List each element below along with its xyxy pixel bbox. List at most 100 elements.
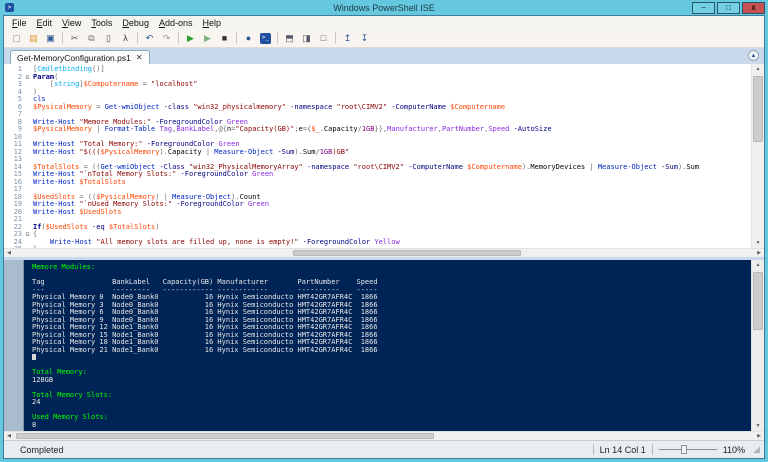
editor-vscroll-thumb[interactable] bbox=[753, 76, 763, 142]
status-bar: Completed Ln 14 Col 1 110% ◢ bbox=[4, 440, 764, 458]
toolbar-separator bbox=[62, 32, 63, 44]
menu-file[interactable]: File bbox=[7, 18, 32, 28]
menu-help[interactable]: Help bbox=[198, 18, 227, 28]
toolbar-separator bbox=[277, 32, 278, 44]
console-line bbox=[32, 362, 751, 370]
menu-addons[interactable]: Add-ons bbox=[154, 18, 198, 28]
console-line: 24 bbox=[32, 399, 751, 407]
scroll-right-icon[interactable]: ▶ bbox=[754, 249, 764, 257]
fold-gutter bbox=[22, 104, 33, 112]
console-left-margin bbox=[4, 260, 24, 431]
code-line[interactable]: 24 Write-Host "All memory slots are fill… bbox=[4, 239, 751, 247]
scroll-down-icon[interactable]: ▼ bbox=[752, 421, 764, 431]
collapse-script-pane-button[interactable]: ▲ bbox=[748, 50, 759, 61]
console-output[interactable]: Memore Modules:Tag BankLabel Capacity(GB… bbox=[24, 260, 751, 431]
code-text: $PysicalMemory = Get-wmiObject -class "w… bbox=[33, 104, 505, 112]
zoom-slider[interactable] bbox=[659, 444, 717, 455]
fold-gutter bbox=[22, 224, 33, 232]
scroll-down-icon[interactable]: ▼ bbox=[752, 238, 764, 248]
save-script-button[interactable]: ▣ bbox=[42, 31, 59, 46]
fold-gutter bbox=[22, 186, 33, 194]
fold-gutter bbox=[22, 66, 33, 74]
fold-gutter bbox=[22, 111, 33, 119]
editor-horizontal-scrollbar[interactable]: ◀ ▶ bbox=[4, 248, 764, 257]
console-vertical-scrollbar[interactable]: ▲ ▼ bbox=[751, 260, 764, 431]
run-selection-button[interactable]: ▶ bbox=[199, 31, 216, 46]
copy-button[interactable]: ⧉ bbox=[83, 31, 100, 46]
script-editor[interactable]: 1[Cmdletbinding()]2⊟Param(3 [string]$Com… bbox=[4, 64, 751, 248]
title-bar[interactable]: > Windows PowerShell ISE − □ x bbox=[0, 0, 768, 15]
paste-button[interactable]: ▯ bbox=[100, 31, 117, 46]
console-line: Memore Modules: bbox=[32, 264, 751, 272]
scroll-up-icon[interactable]: ▲ bbox=[752, 64, 764, 74]
zoom-slider-knob[interactable] bbox=[681, 445, 687, 454]
code-line[interactable]: 4) bbox=[4, 89, 751, 97]
start-powershell-button[interactable]: >_ bbox=[257, 31, 274, 46]
fold-gutter bbox=[22, 209, 33, 217]
console-hscroll-thumb[interactable] bbox=[16, 433, 434, 439]
editor-vertical-scrollbar[interactable]: ▲ ▼ bbox=[751, 64, 764, 248]
menu-debug[interactable]: Debug bbox=[117, 18, 154, 28]
resize-grip-icon[interactable]: ◢ bbox=[753, 444, 760, 455]
close-button[interactable]: x bbox=[742, 2, 765, 14]
code-line[interactable]: 6$PysicalMemory = Get-wmiObject -class "… bbox=[4, 104, 751, 112]
code-line[interactable]: 9$PysicalMemory | Format-Table Tag,BankL… bbox=[4, 126, 751, 134]
show-script-pane-right-button[interactable]: ◨ bbox=[298, 31, 315, 46]
console-line: Total Memory Slots: bbox=[32, 392, 751, 400]
console-line: Total Memory: bbox=[32, 369, 751, 377]
editor-hscroll-thumb[interactable] bbox=[293, 250, 521, 256]
fold-toggle-icon[interactable]: ⊟ bbox=[22, 231, 33, 239]
stop-operation-button[interactable]: ■ bbox=[216, 31, 233, 46]
scroll-left-icon[interactable]: ◀ bbox=[4, 249, 14, 257]
code-line[interactable]: 22If($UsedSlots -eq $TotalSlots) bbox=[4, 224, 751, 232]
fold-gutter bbox=[22, 156, 33, 164]
fold-gutter bbox=[22, 239, 33, 247]
menu-view[interactable]: View bbox=[57, 18, 86, 28]
console-line: 8 bbox=[32, 422, 751, 430]
menu-tools[interactable]: Tools bbox=[86, 18, 117, 28]
console-line: 128GB bbox=[32, 377, 751, 385]
powershell-ise-window: > Windows PowerShell ISE − □ x FileEditV… bbox=[0, 0, 768, 462]
code-line[interactable]: 20Write-Host $UsedSlots bbox=[4, 209, 751, 217]
run-script-button[interactable]: ▶ bbox=[182, 31, 199, 46]
toolbar: ▢▤▣✂⧉▯λ↶↷▶▶■●>_⬒◨□↥↧ bbox=[4, 29, 764, 48]
tab-get-memoryconfiguration[interactable]: Get-MemoryConfiguration.ps1 ✕ bbox=[10, 50, 150, 64]
console-horizontal-scrollbar[interactable]: ◀ ▶ bbox=[4, 431, 764, 440]
scroll-up-icon[interactable]: ▲ bbox=[752, 260, 764, 270]
fold-gutter bbox=[22, 141, 33, 149]
minimize-button[interactable]: − bbox=[692, 2, 715, 14]
console-vscroll-thumb[interactable] bbox=[753, 272, 763, 330]
new-script-button[interactable]: ▢ bbox=[8, 31, 25, 46]
tab-close-icon[interactable]: ✕ bbox=[136, 53, 143, 62]
window-body: FileEditViewToolsDebugAdd-onsHelp ▢▤▣ ✂⧉▯… bbox=[3, 15, 765, 459]
code-line[interactable]: 1[Cmdletbinding()] bbox=[4, 66, 751, 74]
fold-gutter bbox=[22, 149, 33, 157]
scroll-right-icon[interactable]: ▶ bbox=[754, 432, 764, 440]
code-line[interactable]: 12Write-Host "$((($PysicalMemory).Capaci… bbox=[4, 149, 751, 157]
show-script-pane-top-button[interactable]: ⬒ bbox=[281, 31, 298, 46]
script-pane: 1[Cmdletbinding()]2⊟Param(3 [string]$Com… bbox=[4, 64, 764, 257]
show-script-pane-maximized-button[interactable]: □ bbox=[315, 31, 332, 46]
code-line[interactable]: 16Write-Host $TotalSlots bbox=[4, 179, 751, 187]
code-line[interactable]: 3 [string]$Computername = "localhost" bbox=[4, 81, 751, 89]
console-cursor bbox=[32, 354, 36, 360]
fold-gutter bbox=[22, 126, 33, 134]
cut-button[interactable]: ✂ bbox=[66, 31, 83, 46]
console-line bbox=[32, 384, 751, 392]
fold-gutter bbox=[22, 119, 33, 127]
code-text: Write-Host "All memory slots are filled … bbox=[33, 239, 400, 247]
script-pane-up-button[interactable]: ↥ bbox=[339, 31, 356, 46]
new-remote-powershell-tab-button[interactable]: ● bbox=[240, 31, 257, 46]
undo-button[interactable]: ↶ bbox=[141, 31, 158, 46]
menu-edit[interactable]: Edit bbox=[32, 18, 58, 28]
clear-console-button[interactable]: λ bbox=[117, 31, 134, 46]
tab-label: Get-MemoryConfiguration.ps1 bbox=[17, 53, 131, 63]
open-script-button[interactable]: ▤ bbox=[25, 31, 42, 46]
script-pane-down-button[interactable]: ↧ bbox=[356, 31, 373, 46]
scroll-left-icon[interactable]: ◀ bbox=[4, 432, 14, 440]
console-pane: Memore Modules:Tag BankLabel Capacity(GB… bbox=[4, 260, 764, 440]
maximize-button[interactable]: □ bbox=[717, 2, 740, 14]
zoom-slider-track bbox=[659, 449, 717, 450]
fold-toggle-icon[interactable]: ⊟ bbox=[22, 74, 33, 82]
redo-button[interactable]: ↷ bbox=[158, 31, 175, 46]
